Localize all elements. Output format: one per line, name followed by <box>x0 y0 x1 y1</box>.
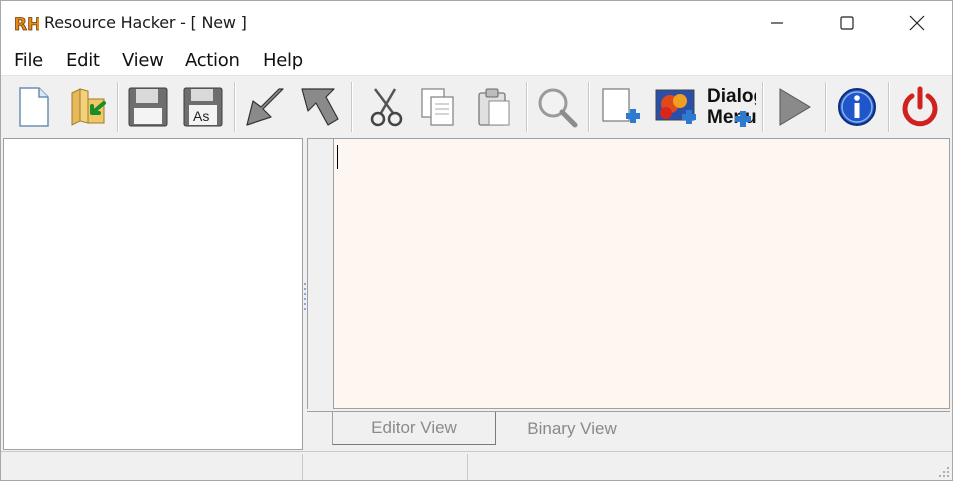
close-icon <box>909 15 925 31</box>
power-icon <box>902 86 938 127</box>
open-file-button[interactable] <box>61 81 115 133</box>
paste-icon <box>478 88 510 126</box>
toolbar-separator <box>825 82 827 132</box>
tab-editor-view[interactable]: Editor View <box>332 412 496 445</box>
add-resource-button[interactable] <box>593 81 647 133</box>
toolbar-separator <box>588 82 590 132</box>
resource-hacker-logo-icon: RH <box>13 12 39 34</box>
open-folder-icon <box>71 88 106 126</box>
scissors-icon <box>370 88 403 127</box>
maximize-icon <box>840 16 854 30</box>
status-bar <box>1 451 952 480</box>
view-tabs: Editor View Binary View <box>307 412 950 450</box>
magnifier-icon <box>538 88 578 128</box>
toolbar-separator <box>351 82 353 132</box>
toolbar-separator <box>117 82 119 132</box>
add-blank-resource-icon <box>602 88 640 123</box>
window-title: Resource Hacker - [ New ] <box>44 13 247 32</box>
decompile-button[interactable] <box>293 81 347 133</box>
resource-hacker-window: RH Resource Hacker - [ New ] File Edit V… <box>0 0 953 481</box>
paste-button[interactable] <box>466 81 520 133</box>
copy-icon <box>421 88 454 126</box>
resource-tree-pane[interactable] <box>3 138 303 450</box>
menu-edit[interactable]: Edit <box>66 50 100 71</box>
info-icon <box>838 88 876 126</box>
menu-file[interactable]: File <box>14 50 43 71</box>
script-editor[interactable] <box>333 138 950 409</box>
menu-view[interactable]: View <box>122 50 164 71</box>
logo-text: RH <box>14 15 39 34</box>
arrow-up-left-icon <box>301 88 339 126</box>
save-as-label: As <box>193 108 209 124</box>
close-button[interactable] <box>882 1 952 45</box>
text-caret <box>337 145 338 169</box>
dialog-menu-icon: Dialog Menu <box>707 86 756 128</box>
floppy-disk-icon <box>128 87 168 127</box>
dialog-label: Dialog <box>707 86 756 107</box>
save-as-button[interactable]: As <box>176 81 230 133</box>
menu-action[interactable]: Action <box>185 50 240 71</box>
arrow-down-left-icon <box>246 88 284 126</box>
save-as-icon: As <box>183 87 223 127</box>
save-button[interactable] <box>121 81 175 133</box>
play-icon <box>779 88 811 126</box>
toolbar: As Dialo Menu <box>1 75 952 137</box>
run-script-button[interactable] <box>767 81 821 133</box>
new-document-icon <box>19 87 49 127</box>
add-image-button[interactable] <box>649 81 703 133</box>
about-button[interactable] <box>830 81 884 133</box>
tab-binary-view[interactable]: Binary View <box>497 412 647 445</box>
add-image-resource-icon <box>655 89 696 124</box>
toolbar-separator <box>762 82 764 132</box>
status-panel-2 <box>303 454 468 480</box>
new-file-button[interactable] <box>6 81 60 133</box>
compile-button[interactable] <box>238 81 292 133</box>
toolbar-separator <box>234 82 236 132</box>
minimize-icon <box>771 22 783 24</box>
dialog-menu-button[interactable]: Dialog Menu <box>703 81 757 133</box>
exit-button[interactable] <box>893 81 947 133</box>
toolbar-separator <box>526 82 528 132</box>
resize-grip-icon[interactable] <box>936 464 950 478</box>
minimize-button[interactable] <box>742 1 812 45</box>
status-panel-1 <box>1 454 303 480</box>
maximize-button[interactable] <box>812 1 882 45</box>
find-button[interactable] <box>530 81 584 133</box>
menu-bar: File Edit View Action Help <box>1 45 952 75</box>
copy-button[interactable] <box>411 81 465 133</box>
line-number-gutter <box>307 138 333 409</box>
title-bar[interactable]: RH Resource Hacker - [ New ] <box>1 1 952 45</box>
menu-help[interactable]: Help <box>263 50 303 71</box>
cut-button[interactable] <box>358 81 412 133</box>
toolbar-separator <box>888 82 890 132</box>
